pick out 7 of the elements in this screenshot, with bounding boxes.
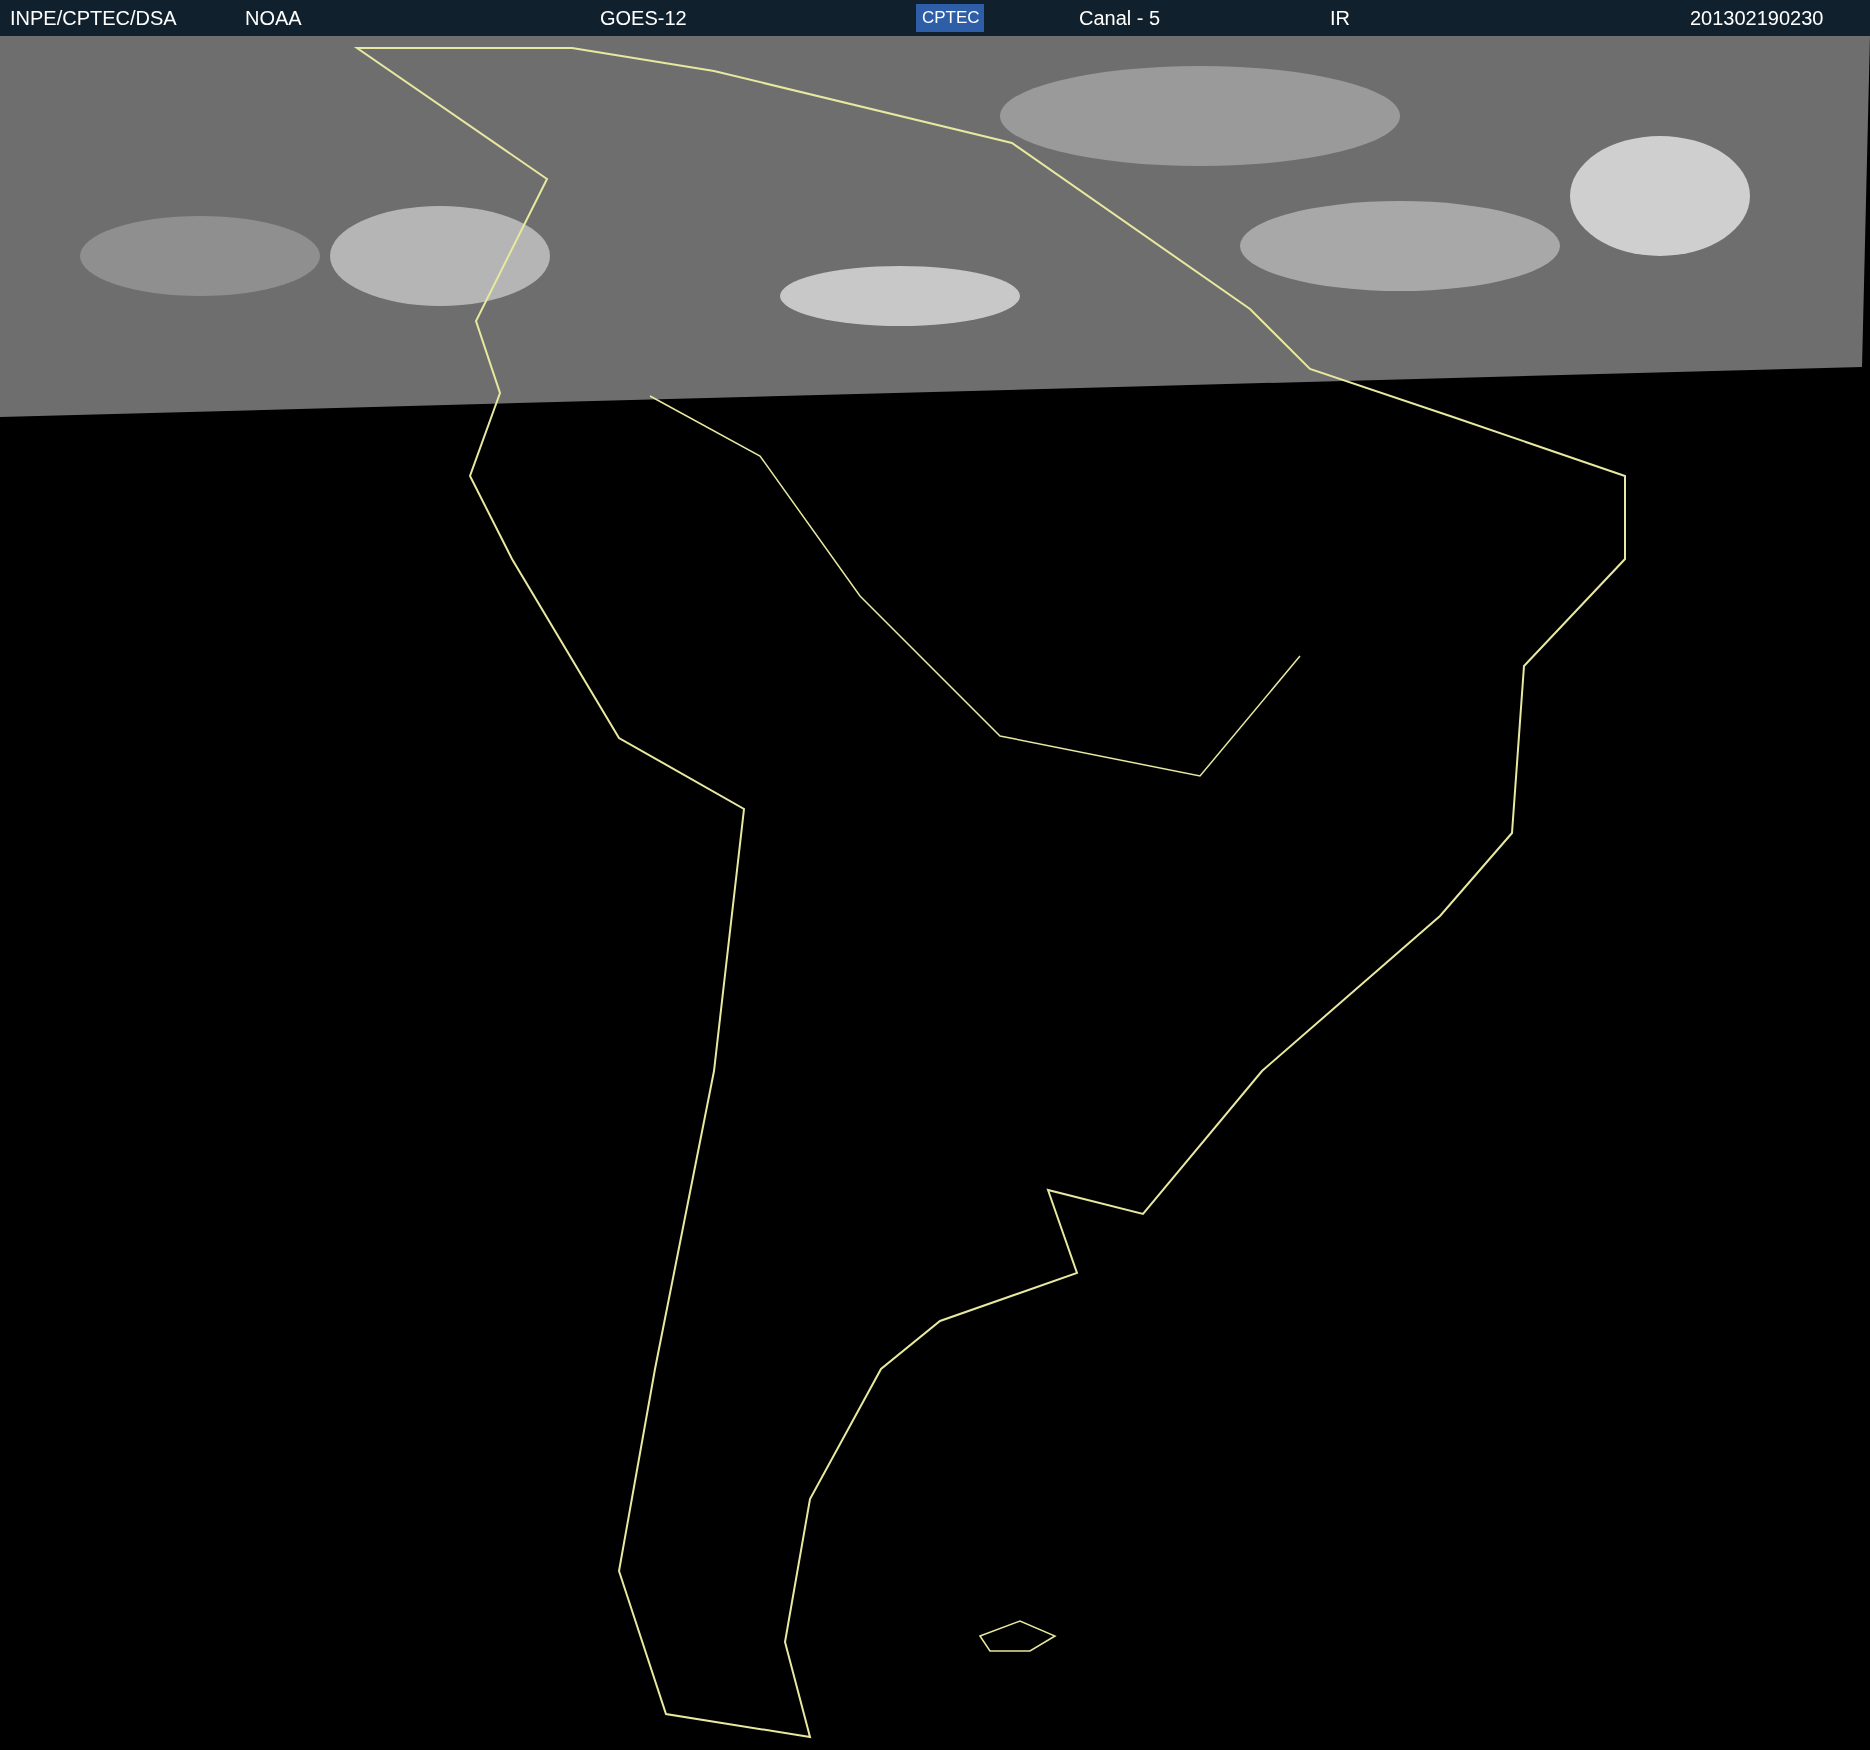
header-label: GOES-12 <box>600 6 687 30</box>
logo: CPTEC <box>916 4 984 32</box>
header-label: IR <box>1330 6 1350 30</box>
header-label: INPE/CPTEC/DSA <box>10 6 177 30</box>
header-label: Canal - 5 <box>1079 6 1161 30</box>
header-label: NOAA <box>245 6 302 30</box>
timestamp: 201302190230 <box>1690 6 1824 30</box>
